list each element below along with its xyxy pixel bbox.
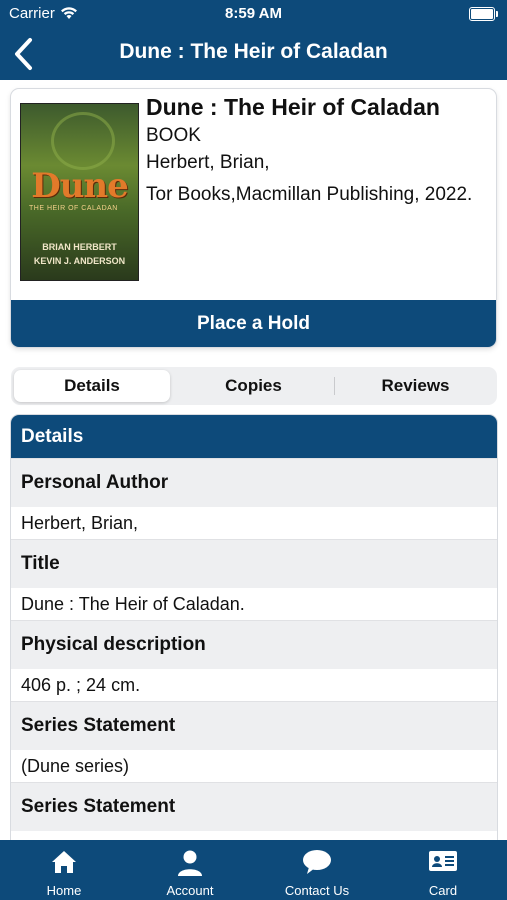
detail-label: Series Statement	[11, 701, 497, 750]
top-bar: Carrier 8:59 AM Dune : The Heir of Calad…	[0, 0, 507, 80]
cover-subtitle: THE HEIR OF CALADAN	[29, 205, 118, 212]
id-card-icon	[428, 849, 458, 878]
clock: 8:59 AM	[225, 5, 282, 22]
cover-author-1: BRIAN HERBERT	[42, 242, 117, 252]
details-header: Details	[11, 415, 497, 458]
detail-value: Herbert, Brian,	[11, 507, 497, 539]
detail-value: Dune : The Heir of Caladan.	[11, 588, 497, 620]
book-title: Dune : The Heir of Caladan	[146, 94, 440, 120]
tab-reviews[interactable]: Reviews	[337, 370, 494, 402]
detail-label: Series Statement	[11, 782, 497, 831]
cover-author-2: KEVIN J. ANDERSON	[33, 256, 126, 266]
page-title: Dune : The Heir of Caladan	[119, 40, 388, 63]
tab-card-label: Card	[428, 883, 458, 898]
person-icon	[177, 849, 203, 882]
tab-details[interactable]: Details	[14, 370, 170, 402]
chat-bubble-icon	[302, 849, 332, 880]
detail-value: (Dune series)	[11, 750, 497, 782]
detail-label: Personal Author	[11, 458, 497, 507]
detail-value: 406 p. ; 24 cm.	[11, 669, 497, 701]
book-summary-card: Dune THE HEIR OF CALADAN BRIAN HERBERT K…	[11, 89, 496, 347]
home-icon	[51, 849, 77, 880]
tab-contact-us[interactable]: Contact Us	[254, 840, 380, 900]
detail-tabs: Details Copies Reviews	[11, 367, 497, 405]
book-format: BOOK	[146, 125, 201, 146]
tab-home[interactable]: Home	[1, 840, 127, 900]
status-bar: Carrier 8:59 AM	[0, 0, 507, 28]
place-hold-button[interactable]: Place a Hold	[11, 300, 496, 347]
bottom-tab-bar: Home Account Contact Us Card	[0, 840, 507, 900]
main-content[interactable]: Dune THE HEIR OF CALADAN BRIAN HERBERT K…	[0, 80, 507, 840]
book-author: Herbert, Brian,	[146, 152, 270, 173]
tab-card[interactable]: Card	[380, 840, 506, 900]
tab-copies[interactable]: Copies	[176, 370, 331, 402]
detail-label: Physical description	[11, 620, 497, 669]
navigation-bar: Dune : The Heir of Caladan	[0, 28, 507, 80]
detail-label: Title	[11, 539, 497, 588]
details-panel: Details Personal Author Herbert, Brian, …	[11, 415, 497, 840]
battery-icon	[469, 7, 498, 21]
detail-value	[11, 831, 497, 840]
book-publisher: Tor Books,Macmillan Publishing, 2022.	[146, 184, 473, 205]
book-cover-image: Dune THE HEIR OF CALADAN BRIAN HERBERT K…	[20, 103, 139, 281]
cover-title: Dune	[31, 166, 129, 206]
tab-contact-us-label: Contact Us	[284, 883, 350, 898]
tab-account[interactable]: Account	[127, 840, 253, 900]
tab-account-label: Account	[166, 883, 214, 898]
tab-home-label: Home	[46, 883, 82, 898]
